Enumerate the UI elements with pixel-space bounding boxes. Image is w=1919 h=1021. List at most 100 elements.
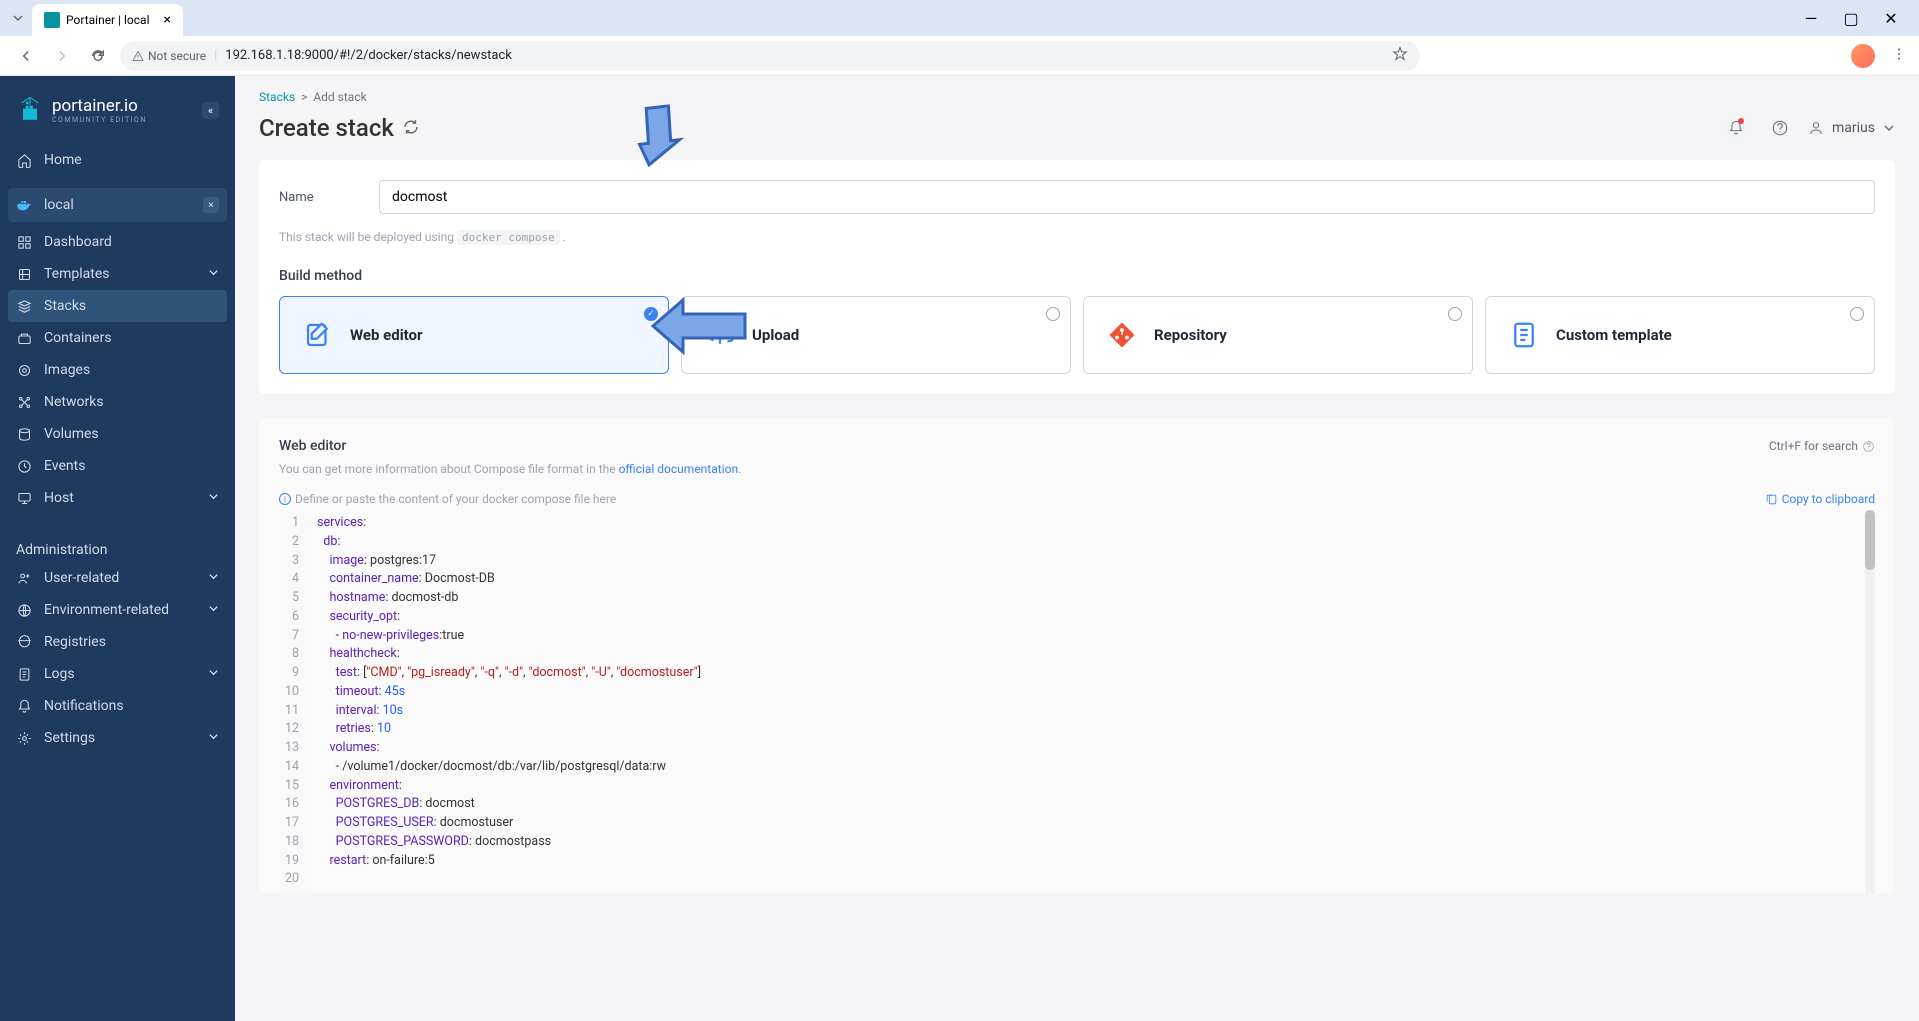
build-method-label: Custom template: [1556, 326, 1672, 344]
editor-define-hint: i Define or paste the content of your do…: [279, 492, 616, 506]
sidebar-item-registries[interactable]: Registries: [0, 626, 235, 658]
registries-icon: [16, 635, 32, 650]
name-input[interactable]: [379, 180, 1875, 214]
sidebar-section-admin: Administration: [0, 530, 235, 562]
chrome-profile-avatar[interactable]: [1851, 44, 1875, 68]
sidebar-item-networks[interactable]: Networks: [0, 386, 235, 418]
build-method-upload[interactable]: Upload: [681, 296, 1071, 374]
logo[interactable]: portainer.io COMMUNITY EDITION «: [0, 88, 235, 132]
window-close-icon[interactable]: ✕: [1879, 6, 1903, 30]
docs-link[interactable]: official documentation: [619, 462, 739, 476]
user-menu[interactable]: marius: [1808, 120, 1895, 136]
sidebar-item-events[interactable]: Events: [0, 450, 235, 482]
line-gutter: 1234567891011121314151617181920: [279, 510, 309, 893]
code-editor[interactable]: 1234567891011121314151617181920 services…: [279, 510, 1875, 893]
username: marius: [1832, 120, 1875, 136]
sidebar-item-label: Containers: [44, 330, 112, 346]
reload-button[interactable]: [84, 42, 112, 70]
sidebar-item-templates[interactable]: Templates: [0, 258, 235, 290]
chrome-tab-dropdown[interactable]: [8, 8, 28, 28]
sidebar-item-label: Notifications: [44, 698, 124, 714]
notifications-button[interactable]: [1720, 112, 1752, 144]
sidebar-item-home[interactable]: Home: [0, 144, 235, 176]
url-text: 192.168.1.18:9000/#!/2/docker/stacks/new…: [225, 48, 512, 63]
url-bar[interactable]: Not secure | 192.168.1.18:9000/#!/2/dock…: [120, 41, 1420, 71]
editor-card: Web editor Ctrl+F for search You can get…: [259, 418, 1895, 893]
breadcrumb-root[interactable]: Stacks: [259, 90, 295, 104]
sidebar-item-notifications[interactable]: Notifications: [0, 690, 235, 722]
sidebar-item-settings[interactable]: Settings: [0, 722, 235, 754]
build-method-label: Build method: [279, 268, 1875, 284]
sidebar-item-label: Home: [44, 152, 82, 168]
chevron-down-icon: [208, 730, 219, 746]
editor-scrollbar[interactable]: [1865, 510, 1875, 893]
user-icon: [1808, 120, 1824, 136]
sidebar-item-stacks[interactable]: Stacks: [8, 290, 227, 322]
chevron-down-icon: [208, 490, 219, 506]
back-button[interactable]: [12, 42, 40, 70]
security-badge[interactable]: Not secure: [132, 49, 206, 63]
sidebar: portainer.io COMMUNITY EDITION « Home loc…: [0, 76, 235, 1021]
events-icon: [16, 459, 32, 474]
home-icon: [16, 153, 32, 168]
build-method-custom-template[interactable]: Custom template: [1485, 296, 1875, 374]
sidebar-item-volumes[interactable]: Volumes: [0, 418, 235, 450]
editor-title: Web editor: [279, 438, 346, 454]
portainer-logo-icon: [16, 96, 44, 124]
refresh-icon[interactable]: [402, 114, 420, 142]
logo-subtitle: COMMUNITY EDITION: [52, 116, 147, 124]
sidebar-item-user-related[interactable]: User-related: [0, 562, 235, 594]
radio-icon: [1850, 307, 1864, 321]
editor-info: You can get more information about Compo…: [279, 462, 1875, 476]
content-area: Stacks > Add stack Create stack: [235, 76, 1919, 1021]
tab-close-icon[interactable]: ×: [164, 12, 171, 28]
editor-search-hint: Ctrl+F for search: [1769, 439, 1875, 453]
code-content[interactable]: services: db: image: postgres:17 contain…: [309, 510, 1875, 893]
user-icon: [16, 571, 32, 586]
settings-icon: [16, 731, 32, 746]
sidebar-item-label: local: [44, 197, 74, 213]
env-icon: [16, 603, 32, 618]
dashboard-icon: [16, 235, 32, 250]
sidebar-item-label: Stacks: [44, 298, 86, 314]
env-close-icon[interactable]: ×: [203, 197, 219, 213]
check-icon: ✓: [644, 307, 658, 321]
deploy-hint: This stack will be deployed using docker…: [279, 226, 1875, 248]
page-title: Create stack: [259, 114, 420, 142]
sidebar-item-containers[interactable]: Containers: [0, 322, 235, 354]
sidebar-item-label: Networks: [44, 394, 104, 410]
sidebar-item-label: Registries: [44, 634, 106, 650]
browser-tab[interactable]: Portainer | local ×: [32, 4, 183, 36]
radio-icon: [1448, 307, 1462, 321]
networks-icon: [16, 395, 32, 410]
chevron-down-icon: [208, 570, 219, 586]
sidebar-item-label: Settings: [44, 730, 95, 746]
bookmark-star-icon[interactable]: [1392, 46, 1408, 66]
sidebar-item-local[interactable]: local ×: [8, 188, 227, 222]
notify-icon: [16, 699, 32, 714]
sidebar-collapse-button[interactable]: «: [202, 102, 219, 119]
sidebar-item-label: User-related: [44, 570, 119, 586]
help-button[interactable]: [1764, 112, 1796, 144]
sidebar-item-label: Volumes: [44, 426, 99, 442]
clipboard-icon: [1765, 493, 1778, 506]
sidebar-item-images[interactable]: Images: [0, 354, 235, 386]
copy-to-clipboard-button[interactable]: Copy to clipboard: [1765, 492, 1875, 506]
chrome-menu-icon[interactable]: [1891, 46, 1907, 66]
forward-button[interactable]: [48, 42, 76, 70]
volumes-icon: [16, 427, 32, 442]
host-icon: [16, 491, 32, 506]
window-minimize-icon[interactable]: —: [1799, 6, 1823, 30]
sidebar-item-environment-related[interactable]: Environment-related: [0, 594, 235, 626]
window-maximize-icon[interactable]: ▢: [1839, 6, 1863, 30]
sidebar-item-label: Dashboard: [44, 234, 112, 250]
sidebar-item-label: Templates: [44, 266, 110, 282]
sidebar-item-label: Environment-related: [44, 602, 169, 618]
build-method-label: Upload: [752, 326, 799, 344]
sidebar-item-logs[interactable]: Logs: [0, 658, 235, 690]
build-method-repository[interactable]: Repository: [1083, 296, 1473, 374]
sidebar-item-host[interactable]: Host: [0, 482, 235, 514]
breadcrumb-current: Add stack: [313, 90, 366, 104]
build-method-web-editor[interactable]: Web editor✓: [279, 296, 669, 374]
sidebar-item-dashboard[interactable]: Dashboard: [0, 226, 235, 258]
